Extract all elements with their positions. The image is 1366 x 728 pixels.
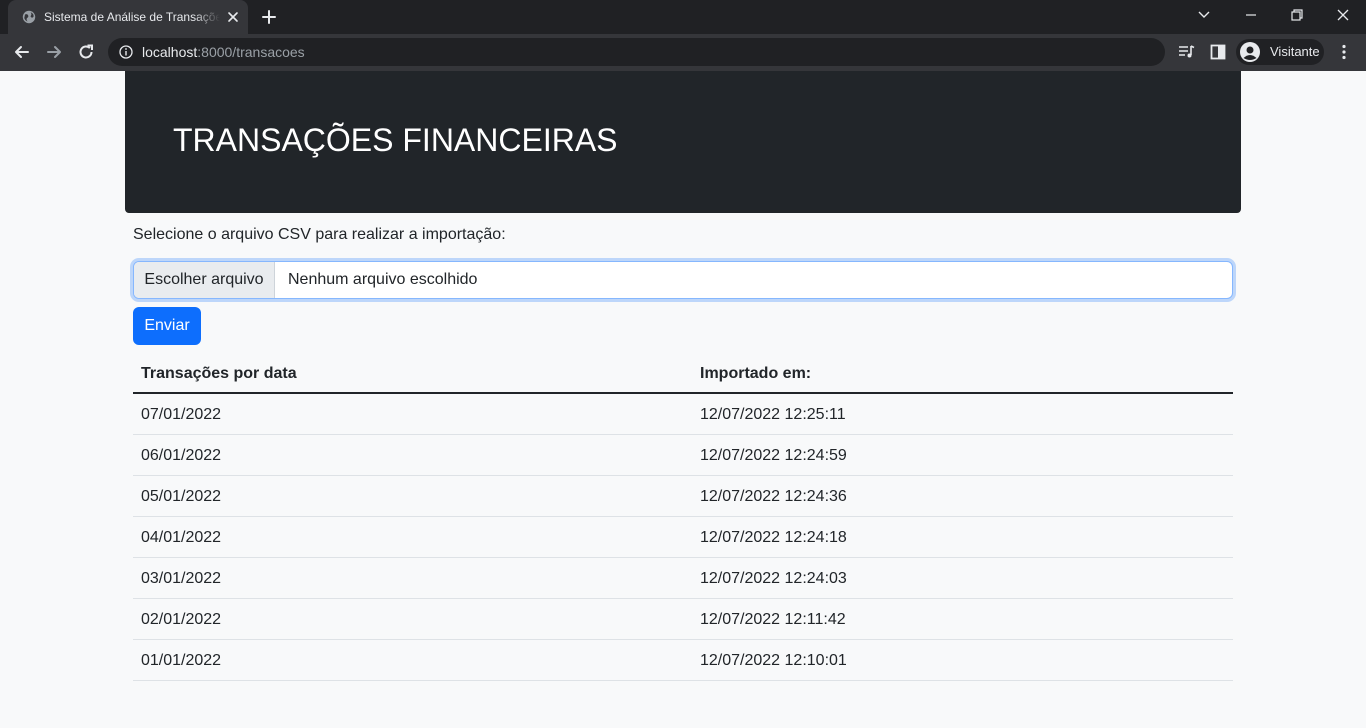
profile-name: Visitante <box>1270 44 1320 59</box>
page-title: TRANSAÇÕES FINANCEIRAS <box>173 122 618 158</box>
tab-search-chevron-down-icon[interactable] <box>1192 4 1216 26</box>
side-panel-icon[interactable] <box>1208 42 1228 62</box>
table-row: 02/01/2022 12/07/2022 12:11:42 <box>133 599 1233 640</box>
imported-at-cell: 12/07/2022 12:24:59 <box>700 447 847 464</box>
transaction-date-cell: 04/01/2022 <box>141 529 222 546</box>
table-row: 01/01/2022 12/07/2022 12:10:01 <box>133 640 1233 681</box>
url-text: localhost:8000/transacoes <box>142 44 305 60</box>
info-icon[interactable] <box>119 45 133 59</box>
file-status-text: Nenhum arquivo escolhido <box>288 271 478 288</box>
imported-at-cell: 12/07/2022 12:24:18 <box>700 529 847 546</box>
reload-icon[interactable] <box>72 38 100 66</box>
forward-arrow-icon[interactable] <box>40 38 68 66</box>
column-header-date: Transações por data <box>141 365 297 382</box>
submit-button[interactable]: Enviar <box>133 307 201 345</box>
transaction-date-cell: 01/01/2022 <box>141 652 222 669</box>
url-path: :8000/transacoes <box>197 44 305 60</box>
avatar-icon <box>1240 42 1260 62</box>
media-queue-icon[interactable] <box>1177 42 1197 62</box>
new-tab-plus-icon[interactable] <box>258 6 280 28</box>
choose-file-button[interactable]: Escolher arquivo <box>134 262 275 298</box>
browser-toolbar: localhost:8000/transacoes Visitante <box>0 34 1366 71</box>
table-row: 03/01/2022 12/07/2022 12:24:03 <box>133 558 1233 599</box>
tab-title: Sistema de Análise de Transações <box>44 10 220 24</box>
close-window-icon[interactable] <box>1320 0 1366 30</box>
close-icon[interactable] <box>226 10 240 24</box>
browser-chrome: Sistema de Análise de Transações localho… <box>0 0 1366 71</box>
transaction-date-cell: 02/01/2022 <box>141 611 222 628</box>
back-arrow-icon[interactable] <box>8 38 36 66</box>
table-row: 07/01/2022 12/07/2022 12:25:11 <box>133 394 1233 435</box>
transaction-date-cell: 05/01/2022 <box>141 488 222 505</box>
globe-icon <box>22 10 36 24</box>
transaction-date-cell: 03/01/2022 <box>141 570 222 587</box>
table-row: 06/01/2022 12/07/2022 12:24:59 <box>133 435 1233 476</box>
browser-tab[interactable]: Sistema de Análise de Transações <box>8 0 248 34</box>
table-row: 05/01/2022 12/07/2022 12:24:36 <box>133 476 1233 517</box>
minimize-icon[interactable] <box>1228 0 1274 30</box>
transaction-date-cell: 06/01/2022 <box>141 447 222 464</box>
more-menu-icon[interactable] <box>1334 42 1354 62</box>
imported-at-cell: 12/07/2022 12:10:01 <box>700 652 847 669</box>
imported-at-cell: 12/07/2022 12:24:36 <box>700 488 847 505</box>
imports-table: Transações por data Importado em: 07/01/… <box>133 353 1233 681</box>
imported-at-cell: 12/07/2022 12:25:11 <box>700 406 846 423</box>
restore-icon[interactable] <box>1274 0 1320 30</box>
url-host: localhost <box>142 44 198 60</box>
csv-file-input[interactable]: Escolher arquivo Nenhum arquivo escolhid… <box>133 261 1233 299</box>
hero-banner: TRANSAÇÕES FINANCEIRAS <box>125 71 1241 213</box>
tab-strip: Sistema de Análise de Transações <box>0 0 1366 34</box>
imported-at-cell: 12/07/2022 12:11:42 <box>700 611 846 628</box>
imported-at-cell: 12/07/2022 12:24:03 <box>700 570 847 587</box>
table-row: 04/01/2022 12/07/2022 12:24:18 <box>133 517 1233 558</box>
transaction-date-cell: 07/01/2022 <box>141 406 222 423</box>
address-bar[interactable]: localhost:8000/transacoes <box>108 38 1165 66</box>
file-select-label: Selecione o arquivo CSV para realizar a … <box>133 226 506 243</box>
column-header-imported: Importado em: <box>700 365 812 382</box>
table-header: Transações por data Importado em: <box>133 353 1233 394</box>
profile-button[interactable]: Visitante <box>1236 39 1324 65</box>
